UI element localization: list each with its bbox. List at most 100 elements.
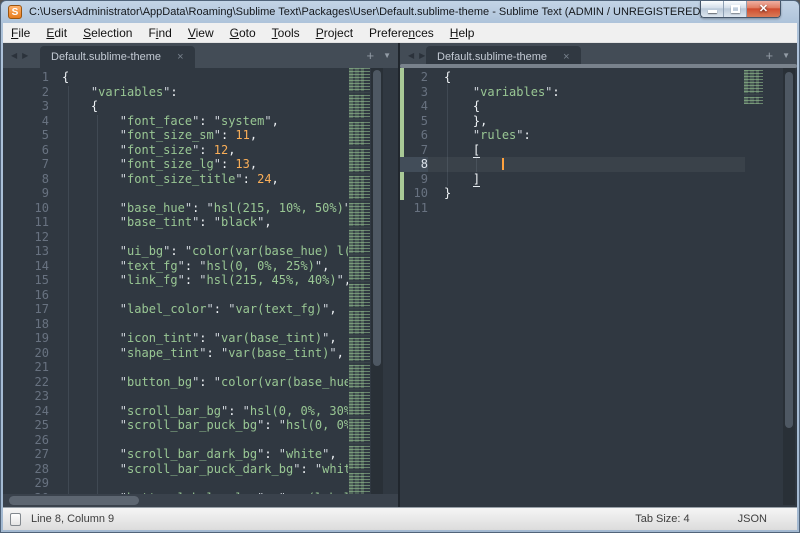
code-text: "icon_tint": "var(base_tint)", (62, 331, 337, 346)
tab-default-sublime-theme-left[interactable]: Default.sublime-theme × (40, 46, 195, 68)
code-line[interactable]: 27 "scroll_bar_dark_bg": "white", (3, 447, 348, 462)
code-line[interactable]: 2 "variables": (3, 85, 348, 100)
menu-item-goto[interactable]: Goto (222, 23, 264, 43)
vertical-scrollbar[interactable] (371, 68, 383, 494)
syntax-indicator[interactable]: JSON (738, 513, 767, 525)
code-line[interactable]: 1{ (3, 70, 348, 85)
code-line[interactable]: 13 "ui_bg": "color(var(base_hue) l(93%)) (3, 244, 348, 259)
code-line[interactable]: 18 (3, 317, 348, 332)
minimize-button[interactable] (701, 1, 724, 17)
close-button[interactable]: ✕ (747, 1, 780, 17)
syntax-token (62, 172, 120, 186)
line-number: 22 (3, 375, 49, 390)
code-line[interactable]: 12 (3, 230, 348, 245)
code-line[interactable]: 11 (400, 201, 745, 216)
vertical-scrollbar[interactable] (783, 68, 795, 505)
code-line[interactable]: 15 "link_fg": "hsl(215, 45%, 40%)", (3, 273, 348, 288)
tab-overflow-icon[interactable]: ▼ (782, 51, 790, 60)
syntax-token (62, 99, 91, 113)
code-line[interactable]: 4 "font_face": "system", (3, 114, 348, 129)
menu-item-view[interactable]: View (180, 23, 222, 43)
code-line[interactable]: 9 ] (400, 172, 745, 187)
code-line[interactable]: 14 "text_fg": "hsl(0, 0%, 25%)", (3, 259, 348, 274)
code-line[interactable]: 3 "variables": (400, 85, 745, 100)
menu-item-project[interactable]: Project (308, 23, 361, 43)
code-line[interactable]: 5 "font_size_sm": 11, (3, 128, 348, 143)
line-number: 15 (3, 273, 49, 288)
menu-item-tools[interactable]: Tools (264, 23, 308, 43)
code-line[interactable]: 22 "button_bg": "color(var(base_hue) l(9 (3, 375, 348, 390)
syntax-token: " (120, 375, 127, 389)
line-number: 6 (400, 128, 428, 143)
scrollbar-thumb[interactable] (373, 70, 381, 366)
code-line[interactable]: 24 "scroll_bar_bg": "hsl(0, 0%, 30%)", (3, 404, 348, 419)
menu-item-help[interactable]: Help (442, 23, 483, 43)
code-line[interactable]: 6 "font_size": 12, (3, 143, 348, 158)
scrollbar-thumb[interactable] (9, 496, 139, 505)
code-area[interactable]: 1{2 "variables":3 {4 "font_face": "syste… (3, 70, 348, 505)
code-line[interactable]: 28 "scroll_bar_puck_dark_bg": "white", (3, 462, 348, 477)
code-line[interactable]: 17 "label_color": "var(text_fg)", (3, 302, 348, 317)
tab-close-icon[interactable]: × (563, 51, 569, 63)
menu-item-selection[interactable]: Selection (75, 23, 140, 43)
code-line[interactable]: 21 (3, 360, 348, 375)
code-line[interactable]: 6 "rules": (400, 128, 745, 143)
code-line[interactable]: 10 "base_hue": "hsl(215, 10%, 50%)", (3, 201, 348, 216)
maximize-button[interactable] (724, 1, 747, 17)
code-line[interactable]: 5 }, (400, 114, 745, 129)
syntax-token: hsl(215, 10%, 50%) (214, 201, 344, 215)
code-line[interactable]: 19 "icon_tint": "var(base_tint)", (3, 331, 348, 346)
syntax-token: , (250, 128, 257, 142)
menu-item-preferences[interactable]: Preferences (361, 23, 442, 43)
status-icon[interactable] (10, 513, 21, 526)
app-icon[interactable]: S (8, 5, 22, 19)
nav-left-icon[interactable]: ◀ (408, 51, 414, 60)
code-line[interactable]: 4 { (400, 99, 745, 114)
code-line[interactable]: 11 "base_tint": "black", (3, 215, 348, 230)
tab-close-icon[interactable]: × (177, 51, 183, 63)
code-line[interactable]: 10} (400, 186, 745, 201)
menu-item-file[interactable]: File (3, 23, 38, 43)
editor-pane-right[interactable]: 2{3 "variables":4 {5 },6 "rules":7 [8 9 … (400, 68, 797, 507)
editor-pane-left[interactable]: 1{2 "variables":3 {4 "font_face": "syste… (3, 68, 398, 507)
nav-right-icon[interactable]: ▶ (22, 51, 28, 60)
horizontal-scrollbar[interactable] (3, 494, 398, 507)
menu-item-find[interactable]: Find (140, 23, 179, 43)
code-line[interactable]: 8 "font_size_title": 24, (3, 172, 348, 187)
code-line[interactable]: 26 (3, 433, 348, 448)
code-line[interactable]: 25 "scroll_bar_puck_bg": "hsl(0, 0%, 30% (3, 418, 348, 433)
code-area[interactable]: 2{3 "variables":4 {5 },6 "rules":7 [8 9 … (400, 70, 745, 215)
tab-overflow-icon[interactable]: ▼ (383, 51, 391, 60)
code-line[interactable]: 7 "font_size_lg": 13, (3, 157, 348, 172)
tab-size-indicator[interactable]: Tab Size: 4 (635, 513, 689, 525)
minimap[interactable] (349, 68, 370, 494)
syntax-token (62, 331, 120, 345)
syntax-token: " (199, 346, 206, 360)
syntax-token: " (120, 447, 127, 461)
line-number: 24 (3, 404, 49, 419)
syntax-token: link_fg (127, 273, 178, 287)
code-line[interactable]: 3 { (3, 99, 348, 114)
nav-left-icon[interactable]: ◀ (11, 51, 17, 60)
code-line[interactable]: 23 (3, 389, 348, 404)
status-bar: Line 8, Column 9 Tab Size: 4 JSON (3, 507, 797, 530)
syntax-token: " (516, 128, 523, 142)
new-tab-icon[interactable]: + (366, 48, 374, 63)
minimap[interactable] (744, 70, 763, 104)
menu-item-edit[interactable]: Edit (38, 23, 75, 43)
code-line[interactable]: 7 [ (400, 143, 745, 158)
nav-right-icon[interactable]: ▶ (419, 51, 425, 60)
syntax-token: shape_tint (127, 346, 199, 360)
scrollbar-thumb[interactable] (785, 72, 793, 428)
code-line[interactable]: 20 "shape_tint": "var(base_tint)", (3, 346, 348, 361)
code-line[interactable]: 8 (400, 157, 745, 172)
code-line[interactable]: 29 (3, 476, 348, 491)
syntax-token: hsl(0, 0%, 25%) (207, 259, 315, 273)
code-line[interactable]: 9 (3, 186, 348, 201)
syntax-token (62, 346, 120, 360)
code-line[interactable]: 16 (3, 288, 348, 303)
new-tab-icon[interactable]: + (765, 48, 773, 63)
syntax-token: : (185, 273, 199, 287)
title-bar[interactable]: S C:\Users\Administrator\AppData\Roaming… (1, 1, 799, 23)
code-line[interactable]: 2{ (400, 70, 745, 85)
